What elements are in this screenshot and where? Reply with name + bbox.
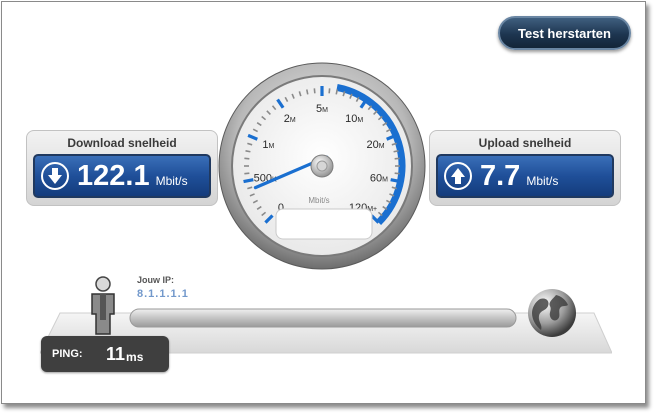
- arrow-up-icon: [444, 162, 472, 190]
- ping-value: 11: [106, 343, 126, 364]
- arrow-down-icon: [41, 162, 69, 190]
- download-title: Download snelheid: [67, 136, 177, 150]
- upload-panel: Upload snelheid 7.7 Mbit/s: [429, 130, 621, 206]
- download-readout: 122.1 Mbit/s: [33, 154, 211, 198]
- upload-value: 7.7: [480, 159, 521, 192]
- ping-unit: ms: [126, 349, 144, 364]
- gauge-major-tick: [243, 178, 254, 184]
- upload-unit: Mbit/s: [526, 174, 559, 188]
- gauge-minor-tick: [393, 149, 399, 153]
- ip-label: Jouw IP:: [137, 275, 175, 285]
- globe-icon: [528, 289, 576, 337]
- ping-label: PING:: [52, 348, 83, 360]
- gauge-minor-tick: [305, 89, 309, 95]
- person-icon: [91, 276, 115, 335]
- speed-gauge: 0500K1M2M5M10M20M60M120M+ Mbit/s: [218, 62, 426, 270]
- speedtest-window: Test herstarten Download snelheid 122.1 …: [1, 1, 646, 404]
- gauge-unit-label: Mbit/s: [308, 196, 329, 205]
- connection-tube: [129, 308, 517, 328]
- gauge-minor-tick: [245, 149, 251, 153]
- download-value: 122.1: [77, 159, 150, 192]
- restart-test-button[interactable]: Test herstarten: [498, 16, 631, 50]
- download-unit: Mbit/s: [155, 174, 188, 188]
- ip-value: 8.1.1.1.1: [137, 288, 189, 300]
- gauge-readout-box: [275, 208, 373, 240]
- gauge-minor-tick: [335, 89, 339, 95]
- upload-readout: 7.7 Mbit/s: [436, 154, 614, 198]
- download-panel: Download snelheid 122.1 Mbit/s: [26, 130, 218, 206]
- gauge-major-tick: [390, 178, 401, 184]
- upload-title: Upload snelheid: [478, 136, 572, 150]
- ping-box: PING: 11 ms: [41, 336, 169, 372]
